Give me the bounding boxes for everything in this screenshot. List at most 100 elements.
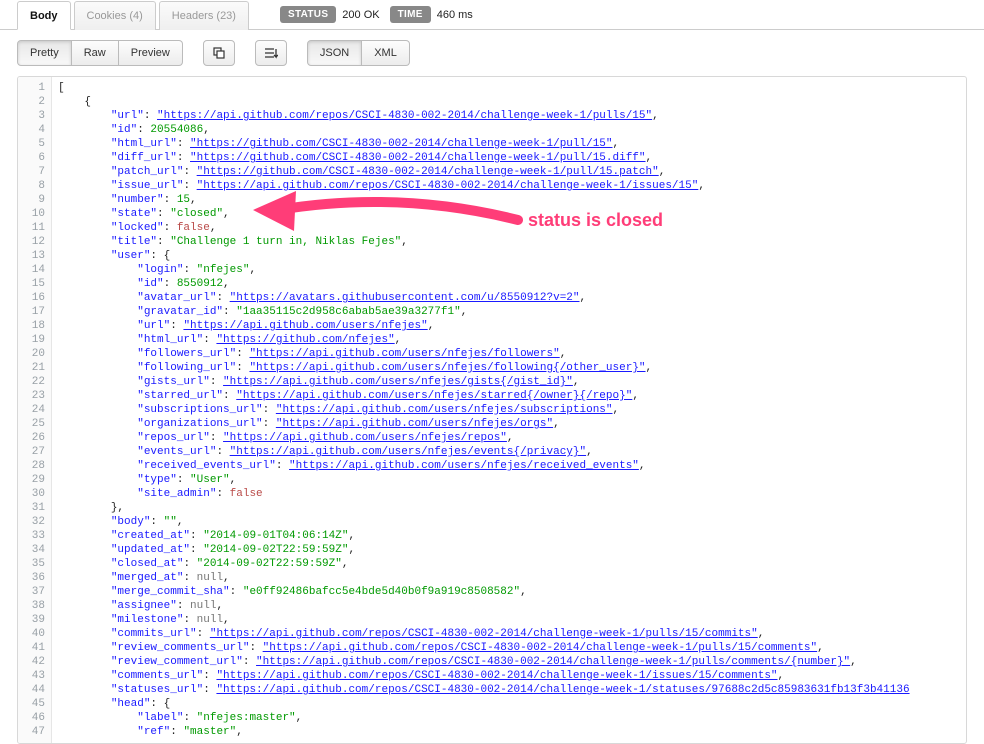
code-line: "created_at": "2014-09-01T04:06:14Z",	[58, 529, 960, 543]
response-editor: 1234567891011121314151617181920212223242…	[17, 76, 967, 744]
line-number: 27	[26, 445, 45, 459]
code-line: "locked": false,	[58, 221, 960, 235]
code-line: "type": "User",	[58, 473, 960, 487]
code-line: "state": "closed",	[58, 207, 960, 221]
line-number: 9	[26, 193, 45, 207]
line-number: 38	[26, 599, 45, 613]
line-number: 4	[26, 123, 45, 137]
line-number: 31	[26, 501, 45, 515]
code-line: "issue_url": "https://api.github.com/rep…	[58, 179, 960, 193]
line-number: 19	[26, 333, 45, 347]
tab-body[interactable]: Body	[17, 1, 71, 30]
code-line: "head": {	[58, 697, 960, 711]
line-number: 13	[26, 249, 45, 263]
line-number: 15	[26, 277, 45, 291]
line-number: 33	[26, 529, 45, 543]
wrap-lines-button[interactable]	[255, 40, 287, 66]
wrap-icon	[264, 47, 278, 59]
line-number: 46	[26, 711, 45, 725]
view-mode-group: Pretty Raw Preview	[17, 40, 183, 66]
code-line: "url": "https://api.github.com/users/nfe…	[58, 319, 960, 333]
status-value: 200 OK	[342, 9, 379, 21]
format-group: JSON XML	[307, 40, 410, 66]
line-number: 23	[26, 389, 45, 403]
code-line: "statuses_url": "https://api.github.com/…	[58, 683, 960, 697]
xml-button[interactable]: XML	[362, 40, 410, 66]
code-line: "number": 15,	[58, 193, 960, 207]
line-number: 5	[26, 137, 45, 151]
status-group: STATUS 200 OK TIME 460 ms	[280, 6, 473, 23]
line-number: 30	[26, 487, 45, 501]
code-line: "login": "nfejes",	[58, 263, 960, 277]
json-button[interactable]: JSON	[307, 40, 362, 66]
line-number: 6	[26, 151, 45, 165]
code-line: "avatar_url": "https://avatars.githubuse…	[58, 291, 960, 305]
code-body[interactable]: [ { "url": "https://api.github.com/repos…	[52, 77, 966, 743]
code-line: "review_comments_url": "https://api.gith…	[58, 641, 960, 655]
code-line: "following_url": "https://api.github.com…	[58, 361, 960, 375]
code-line: "merge_commit_sha": "e0ff92486bafcc5e4bd…	[58, 585, 960, 599]
line-number: 44	[26, 683, 45, 697]
code-line: "label": "nfejes:master",	[58, 711, 960, 725]
line-number: 41	[26, 641, 45, 655]
tab-cookies[interactable]: Cookies (4)	[74, 1, 156, 30]
line-number: 37	[26, 585, 45, 599]
line-number: 18	[26, 319, 45, 333]
copy-button[interactable]	[203, 40, 235, 66]
response-tabs: Body Cookies (4) Headers (23) STATUS 200…	[0, 0, 984, 30]
line-number: 42	[26, 655, 45, 669]
line-number: 2	[26, 95, 45, 109]
code-line: "comments_url": "https://api.github.com/…	[58, 669, 960, 683]
tab-cookies-count: (4)	[129, 10, 142, 22]
code-line: "body": "",	[58, 515, 960, 529]
response-toolbar: Pretty Raw Preview JSON XML	[0, 30, 984, 76]
code-line: "events_url": "https://api.github.com/us…	[58, 445, 960, 459]
line-number: 29	[26, 473, 45, 487]
code-line: "url": "https://api.github.com/repos/CSC…	[58, 109, 960, 123]
code-line: "organizations_url": "https://api.github…	[58, 417, 960, 431]
code-line: "id": 8550912,	[58, 277, 960, 291]
tab-cookies-label: Cookies	[87, 10, 127, 22]
tab-headers[interactable]: Headers (23)	[159, 1, 249, 30]
code-line: "merged_at": null,	[58, 571, 960, 585]
preview-button[interactable]: Preview	[119, 40, 183, 66]
code-line: "updated_at": "2014-09-02T22:59:59Z",	[58, 543, 960, 557]
code-line: {	[58, 95, 960, 109]
code-line: "starred_url": "https://api.github.com/u…	[58, 389, 960, 403]
code-line: "patch_url": "https://github.com/CSCI-48…	[58, 165, 960, 179]
code-line: "html_url": "https://github.com/CSCI-483…	[58, 137, 960, 151]
line-number: 40	[26, 627, 45, 641]
status-label-pill: STATUS	[280, 6, 336, 23]
pretty-button[interactable]: Pretty	[17, 40, 72, 66]
line-number: 16	[26, 291, 45, 305]
line-number: 8	[26, 179, 45, 193]
copy-icon	[213, 47, 225, 59]
code-line: "followers_url": "https://api.github.com…	[58, 347, 960, 361]
line-number: 43	[26, 669, 45, 683]
line-number: 7	[26, 165, 45, 179]
line-number: 45	[26, 697, 45, 711]
code-line: "gists_url": "https://api.github.com/use…	[58, 375, 960, 389]
line-number: 20	[26, 347, 45, 361]
line-number: 17	[26, 305, 45, 319]
line-number: 39	[26, 613, 45, 627]
time-label-pill: TIME	[390, 6, 431, 23]
line-number: 14	[26, 263, 45, 277]
time-value: 460 ms	[437, 9, 473, 21]
line-number: 26	[26, 431, 45, 445]
code-line: "id": 20554086,	[58, 123, 960, 137]
tab-headers-label: Headers	[172, 10, 214, 22]
line-gutter: 1234567891011121314151617181920212223242…	[18, 77, 52, 743]
line-number: 32	[26, 515, 45, 529]
line-number: 21	[26, 361, 45, 375]
line-number: 25	[26, 417, 45, 431]
code-line: "assignee": null,	[58, 599, 960, 613]
line-number: 11	[26, 221, 45, 235]
code-line: "received_events_url": "https://api.gith…	[58, 459, 960, 473]
raw-button[interactable]: Raw	[72, 40, 119, 66]
code-line: "closed_at": "2014-09-02T22:59:59Z",	[58, 557, 960, 571]
code-line: "site_admin": false	[58, 487, 960, 501]
code-line: "repos_url": "https://api.github.com/use…	[58, 431, 960, 445]
code-line: "gravatar_id": "1aa35115c2d958c6abab5ae3…	[58, 305, 960, 319]
code-line: "review_comment_url": "https://api.githu…	[58, 655, 960, 669]
